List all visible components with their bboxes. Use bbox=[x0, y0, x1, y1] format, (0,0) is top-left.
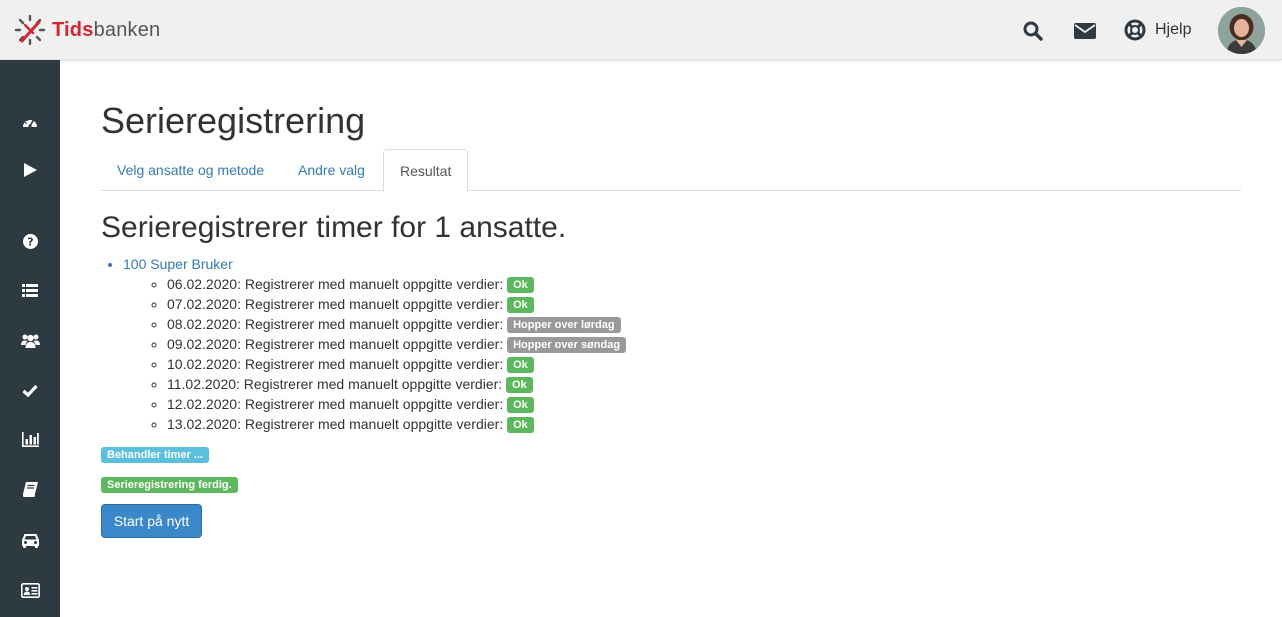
day-item: 12.02.2020: Registrerer med manuelt oppg… bbox=[167, 394, 626, 414]
day-text: 13.02.2020: Registrerer med manuelt oppg… bbox=[167, 416, 504, 432]
bar-chart-icon bbox=[21, 431, 39, 447]
sidebar-item-book[interactable] bbox=[0, 471, 60, 507]
sidebar-item-car[interactable] bbox=[0, 522, 60, 558]
day-text: 12.02.2020: Registrerer med manuelt oppg… bbox=[167, 396, 504, 412]
restart-button[interactable]: Start på nytt bbox=[101, 504, 202, 538]
sidebar-item-approve[interactable] bbox=[0, 372, 60, 408]
sidebar-item-users[interactable] bbox=[0, 322, 60, 358]
status-badge: Ok bbox=[506, 377, 533, 393]
status-badge: Hopper over lørdag bbox=[507, 317, 621, 333]
day-item: 09.02.2020: Registrerer med manuelt oppg… bbox=[167, 334, 627, 354]
car-icon bbox=[21, 533, 39, 548]
result-title: Serieregistrerer timer for 1 ansatte. bbox=[101, 211, 567, 244]
logo[interactable]: Tidsbanken bbox=[14, 14, 160, 46]
day-text: 10.02.2020: Registrerer med manuelt oppg… bbox=[167, 356, 504, 372]
check-icon bbox=[22, 384, 38, 397]
sidebar: ? bbox=[0, 60, 60, 617]
question-icon: ? bbox=[22, 233, 38, 249]
help-button[interactable]: Hjelp bbox=[1124, 19, 1191, 41]
day-item: 11.02.2020: Registrerer med manuelt oppg… bbox=[167, 374, 626, 394]
day-item: 13.02.2020: Registrerer med manuelt oppg… bbox=[167, 414, 626, 434]
logo-text: Tidsbanken bbox=[52, 18, 161, 41]
day-item: 06.02.2020: Registrerer med manuelt oppg… bbox=[167, 274, 626, 294]
book-icon bbox=[22, 481, 38, 497]
employee-link[interactable]: 100 Super Bruker bbox=[123, 256, 233, 272]
page-title: Serieregistrering bbox=[101, 100, 366, 141]
sidebar-item-reports[interactable] bbox=[0, 421, 60, 457]
employee-list: 100 Super Bruker 06.02.2020: Registrerer… bbox=[123, 256, 627, 434]
status-badge: Ok bbox=[507, 277, 534, 293]
tab-result[interactable]: Resultat bbox=[383, 149, 469, 192]
sidebar-item-profile[interactable] bbox=[0, 572, 60, 608]
day-text: 08.02.2020: Registrerer med manuelt oppg… bbox=[167, 316, 504, 332]
status-badge: Ok bbox=[507, 417, 534, 433]
employee-item: 100 Super Bruker 06.02.2020: Registrerer… bbox=[123, 256, 627, 434]
status-badge: Ok bbox=[507, 297, 534, 313]
list-icon bbox=[22, 283, 38, 297]
avatar[interactable] bbox=[1218, 7, 1265, 54]
sidebar-item-dashboard[interactable] bbox=[0, 104, 60, 140]
status-badge: Ok bbox=[507, 397, 534, 413]
tab-select-employees[interactable]: Velg ansatte og metode bbox=[101, 149, 280, 191]
day-text: 09.02.2020: Registrerer med manuelt oppg… bbox=[167, 336, 504, 352]
day-item: 08.02.2020: Registrerer med manuelt oppg… bbox=[167, 314, 626, 334]
status-badge: Hopper over søndag bbox=[507, 337, 627, 353]
play-icon bbox=[23, 163, 37, 177]
id-card-icon bbox=[20, 582, 40, 598]
status-badge: Ok bbox=[507, 357, 534, 373]
day-item: 10.02.2020: Registrerer med manuelt oppg… bbox=[167, 354, 626, 374]
search-icon[interactable] bbox=[1022, 20, 1044, 42]
logo-icon bbox=[14, 14, 46, 46]
sidebar-item-help[interactable]: ? bbox=[0, 223, 60, 259]
tab-other-options[interactable]: Andre valg bbox=[282, 149, 381, 191]
done-badge: Serieregistrering ferdig. bbox=[101, 477, 238, 493]
processing-badge: Behandler timer ... bbox=[101, 447, 209, 463]
day-text: 06.02.2020: Registrerer med manuelt oppg… bbox=[167, 276, 504, 292]
top-bar: Tidsbanken Hjelp bbox=[0, 0, 1282, 60]
envelope-icon[interactable] bbox=[1074, 20, 1096, 42]
tab-bar: Velg ansatte og metode Andre valg Result… bbox=[101, 149, 1241, 192]
dashboard-icon bbox=[23, 118, 37, 128]
sidebar-item-play[interactable] bbox=[0, 152, 60, 188]
lifebuoy-icon bbox=[1124, 19, 1146, 41]
svg-text:?: ? bbox=[27, 235, 33, 248]
users-icon bbox=[20, 334, 40, 348]
sidebar-item-list[interactable] bbox=[0, 272, 60, 308]
day-list: 06.02.2020: Registrerer med manuelt oppg… bbox=[167, 274, 627, 434]
help-label: Hjelp bbox=[1155, 21, 1192, 38]
day-text: 11.02.2020: Registrerer med manuelt oppg… bbox=[167, 376, 503, 392]
day-text: 07.02.2020: Registrerer med manuelt oppg… bbox=[167, 296, 504, 312]
day-item: 07.02.2020: Registrerer med manuelt oppg… bbox=[167, 294, 626, 314]
